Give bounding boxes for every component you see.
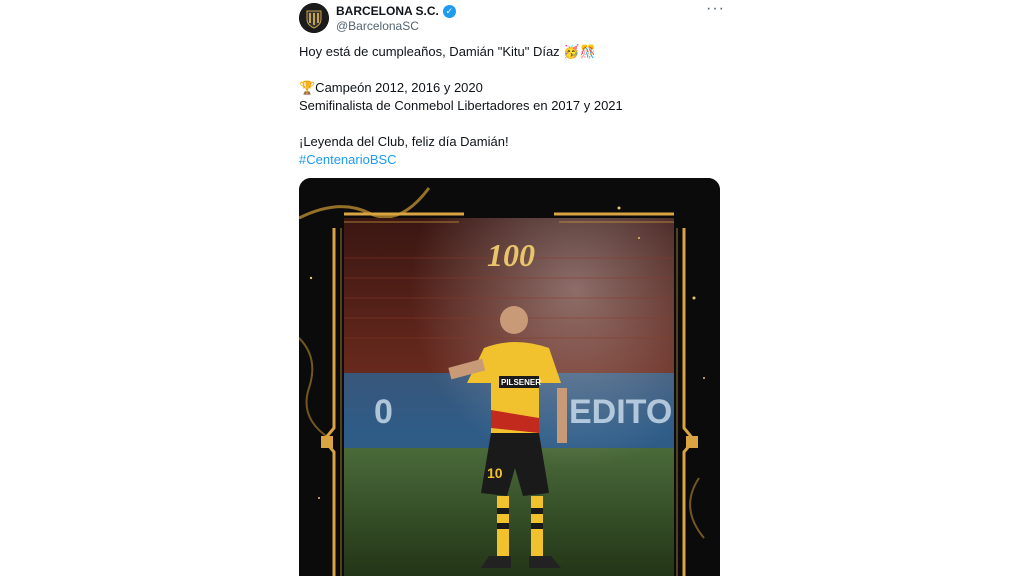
tweet-line: 🏆Campeón 2012, 2016 y 2020 [299,80,483,95]
banner-left-text: 0 [374,393,393,431]
verified-badge-icon: ✓ [442,4,456,18]
right-crest-icon [686,436,698,448]
avatar[interactable] [299,3,329,33]
tweet-image[interactable]: 0 EDITO 100 PILSENER 10 [299,178,720,576]
tweet-line: Semifinalista de Conmebol Libertadores e… [299,98,623,113]
tweet-line: Hoy está de cumpleaños, Damián "Kitu" Dí… [299,44,596,59]
tweet-line: ¡Leyenda del Club, feliz día Damián! [299,134,509,149]
centenary-badge: 100 [487,237,535,273]
more-options-icon[interactable]: ··· [706,0,725,18]
banner-right-text: EDITO [569,393,672,431]
author-name[interactable]: BARCELONA S.C. [336,4,439,18]
sponsor-text: PILSENER [501,378,541,387]
tweet-card: BARCELONA S.C. ✓ @BarcelonaSC ··· Hoy es… [290,0,730,576]
left-crest-icon [321,436,333,448]
tweet-text: Hoy está de cumpleaños, Damián "Kitu" Dí… [299,43,729,169]
author-name-row[interactable]: BARCELONA S.C. ✓ [336,4,456,18]
hashtag-link[interactable]: #CentenarioBSC [299,151,729,169]
author-handle[interactable]: @BarcelonaSC [336,19,419,33]
club-crest-icon [299,3,329,33]
shirt-number: 10 [487,465,503,481]
